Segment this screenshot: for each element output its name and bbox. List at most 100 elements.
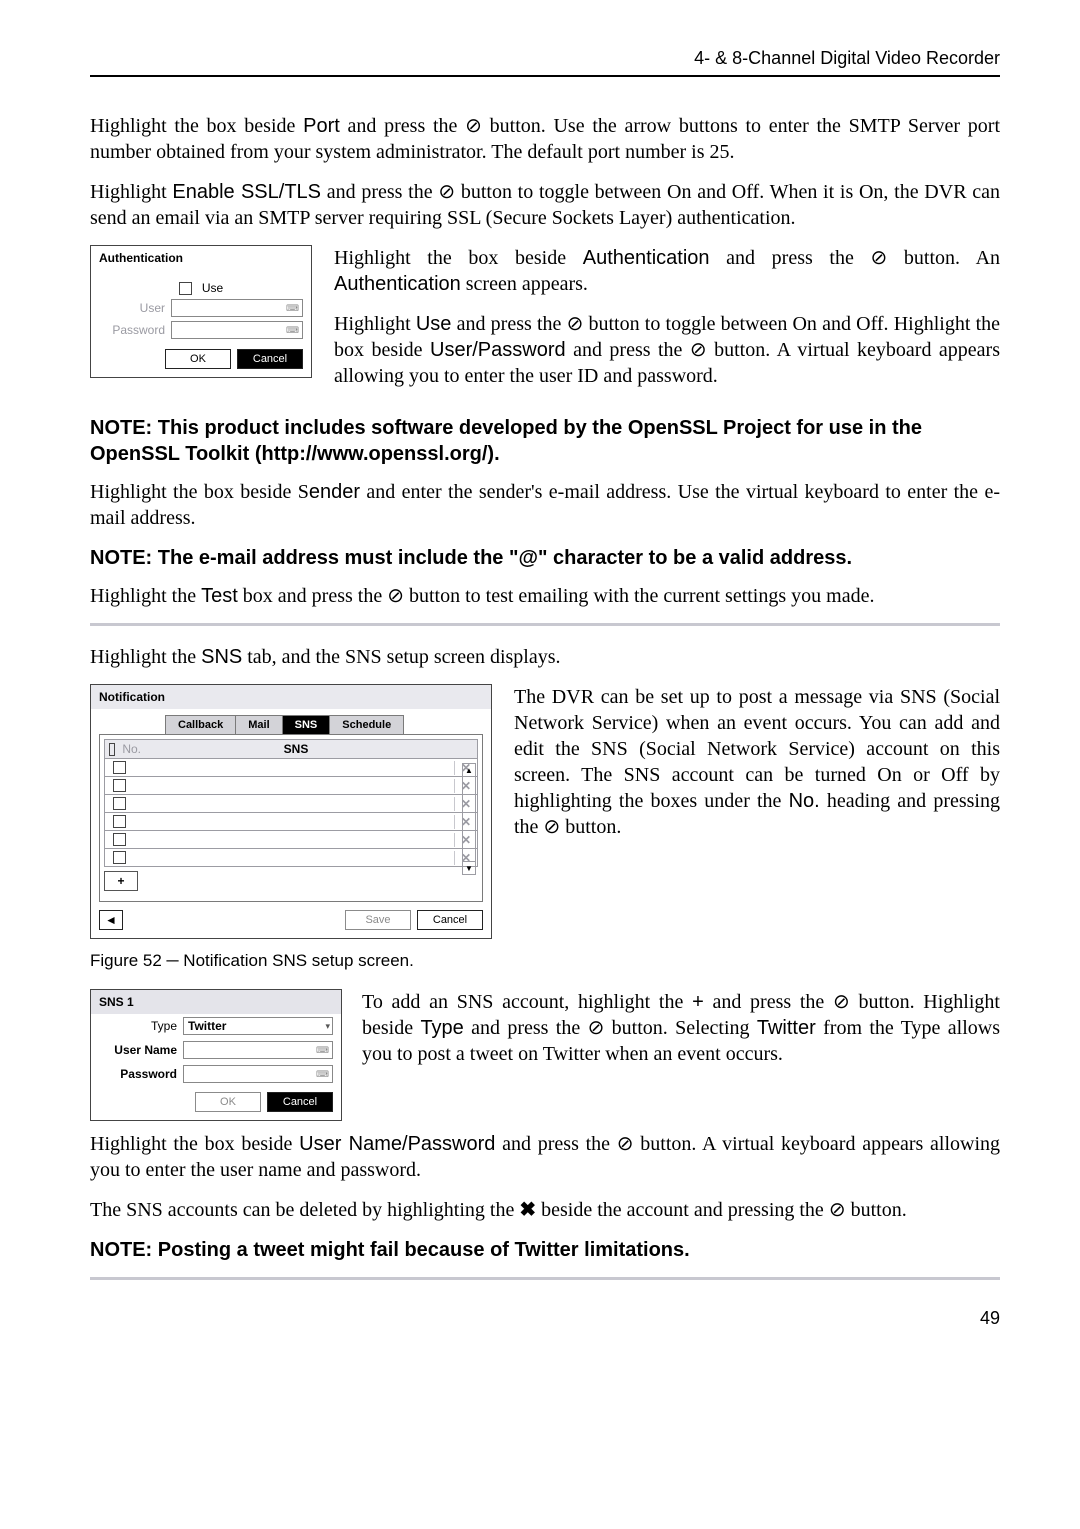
- paragraph-port: Highlight the box beside Port and press …: [90, 113, 1000, 165]
- notification-dialog: Notification Callback Mail SNS Schedule …: [90, 684, 492, 939]
- chevron-down-icon: ▾: [325, 1021, 330, 1032]
- text: Highlight the: [90, 585, 201, 607]
- text: screen appears.: [461, 273, 588, 295]
- enter-icon: ⊘: [829, 1199, 846, 1221]
- paragraph-sns-add: To add an SNS account, highlight the + a…: [362, 989, 1000, 1067]
- username-field[interactable]: ⌨: [183, 1041, 333, 1059]
- text: Highlight the box beside: [334, 247, 583, 269]
- tab-sns[interactable]: SNS: [282, 715, 331, 734]
- add-button[interactable]: +: [104, 871, 138, 891]
- term-twitter: Twitter: [757, 1017, 816, 1039]
- scroll-down-icon[interactable]: ▼: [463, 861, 475, 874]
- col-sns: SNS: [145, 742, 447, 756]
- checkbox[interactable]: [109, 743, 115, 756]
- row-checkbox[interactable]: [105, 849, 137, 866]
- notification-tabs: Callback Mail SNS Schedule: [165, 715, 483, 734]
- enter-icon: ⊘: [833, 991, 850, 1013]
- keyboard-icon: ⌨: [286, 325, 299, 336]
- tab-schedule[interactable]: Schedule: [329, 715, 404, 734]
- use-checkbox[interactable]: [179, 282, 192, 295]
- col-no: No.: [109, 742, 141, 756]
- text: and press the: [495, 1133, 616, 1155]
- note-email-at: NOTE: The e-mail address must include th…: [90, 545, 1000, 571]
- enter-icon: ⊘: [465, 115, 482, 137]
- user-field[interactable]: ⌨: [171, 299, 303, 317]
- note-openssl: NOTE: This product includes software dev…: [90, 415, 1000, 467]
- text: Highlight: [90, 181, 172, 203]
- password-label: Password: [99, 1067, 177, 1081]
- row-checkbox[interactable]: [105, 759, 137, 776]
- use-label: Use: [202, 281, 223, 295]
- tab-callback[interactable]: Callback: [165, 715, 236, 734]
- term-ssl: Enable SSL/TLS: [172, 181, 321, 203]
- paragraph-ssl: Highlight Enable SSL/TLS and press the ⊘…: [90, 179, 1000, 231]
- text: button. Selecting: [604, 1017, 757, 1039]
- enter-icon: ⊘: [690, 339, 707, 361]
- paragraph-auth2: Highlight Use and press the ⊘ button to …: [334, 311, 1000, 389]
- scroll-up-icon[interactable]: ▲: [463, 764, 475, 777]
- term-port: Port: [303, 115, 340, 137]
- cancel-button[interactable]: Cancel: [417, 910, 483, 930]
- scrollbar[interactable]: ▲ ▼: [462, 763, 476, 875]
- save-button[interactable]: Save: [345, 910, 411, 930]
- paragraph-sns-desc: The DVR can be set up to post a message …: [514, 684, 1000, 840]
- paragraph-sns-tab: Highlight the SNS tab, and the SNS setup…: [90, 644, 1000, 670]
- cancel-button[interactable]: Cancel: [237, 349, 303, 369]
- paragraph-auth1: Highlight the box beside Authentication …: [334, 245, 1000, 297]
- text: and press the: [321, 181, 438, 203]
- x-icon: ✖: [519, 1199, 536, 1221]
- row-checkbox[interactable]: [105, 795, 137, 812]
- auth-dialog: Authentication Use User ⌨ Password ⌨ OK …: [90, 245, 312, 378]
- row-checkbox[interactable]: [105, 813, 137, 830]
- text: and press the: [451, 313, 566, 335]
- password-field[interactable]: ⌨: [171, 321, 303, 339]
- ok-button[interactable]: OK: [165, 349, 231, 369]
- row-checkbox[interactable]: [105, 831, 137, 848]
- text: beside the account and pressing the: [536, 1199, 829, 1221]
- figure-caption: Figure 52 ─ Notification SNS setup scree…: [90, 951, 1000, 971]
- cancel-button[interactable]: Cancel: [267, 1092, 333, 1112]
- type-dropdown[interactable]: Twitter ▾: [183, 1017, 333, 1035]
- divider: [90, 1277, 1000, 1280]
- user-label: User: [99, 301, 165, 315]
- term-use: Use: [416, 313, 452, 335]
- row-checkbox[interactable]: [105, 777, 137, 794]
- term-sender: ender: [309, 481, 360, 503]
- divider: [90, 623, 1000, 626]
- ok-button[interactable]: OK: [195, 1092, 261, 1112]
- term-sns: SNS: [201, 646, 242, 668]
- text: button to test emailing with the current…: [404, 585, 874, 607]
- tab-mail[interactable]: Mail: [235, 715, 282, 734]
- notification-title: Notification: [91, 685, 491, 709]
- keyboard-icon: ⌨: [316, 1045, 329, 1056]
- enter-icon: ⊘: [588, 1017, 605, 1039]
- type-value: Twitter: [188, 1019, 226, 1033]
- sns1-dialog: SNS 1 Type Twitter▾ User Name ⌨ Password…: [90, 989, 342, 1121]
- text: tab, and the SNS setup screen displays.: [242, 646, 560, 668]
- enter-icon: ⊘: [567, 313, 584, 335]
- text: Highlight the box beside: [90, 1133, 299, 1155]
- enter-icon: ⊘: [871, 247, 888, 269]
- text: box and press the: [238, 585, 387, 607]
- text: button.: [560, 816, 621, 838]
- auth-dialog-title: Authentication: [91, 246, 311, 281]
- term-no: No.: [789, 790, 820, 812]
- paragraph-upass: Highlight the box beside User Name/Passw…: [90, 1131, 1000, 1183]
- page-number: 49: [90, 1308, 1000, 1329]
- keyboard-icon: ⌨: [316, 1069, 329, 1080]
- back-button[interactable]: ◄: [99, 910, 123, 930]
- text: and press the: [464, 1017, 588, 1039]
- text: To add an SNS account, highlight the: [362, 991, 692, 1013]
- text: Highlight the box beside S: [90, 481, 309, 503]
- enter-icon: ⊘: [543, 816, 560, 838]
- password-label: Password: [99, 323, 165, 337]
- term-auth: Authentication: [583, 247, 710, 269]
- password-field[interactable]: ⌨: [183, 1065, 333, 1083]
- text: and press the: [340, 115, 465, 137]
- text: button. An: [887, 247, 1000, 269]
- note-twitter: NOTE: Posting a tweet might fail because…: [90, 1237, 1000, 1263]
- text: Highlight the box beside: [90, 115, 303, 137]
- text: Highlight: [334, 313, 416, 335]
- notification-body: No. SNS ✕ ✕ ✕ ✕ ✕ ✕ + ▲ ▼: [99, 734, 483, 902]
- term-type: Type: [420, 1017, 463, 1039]
